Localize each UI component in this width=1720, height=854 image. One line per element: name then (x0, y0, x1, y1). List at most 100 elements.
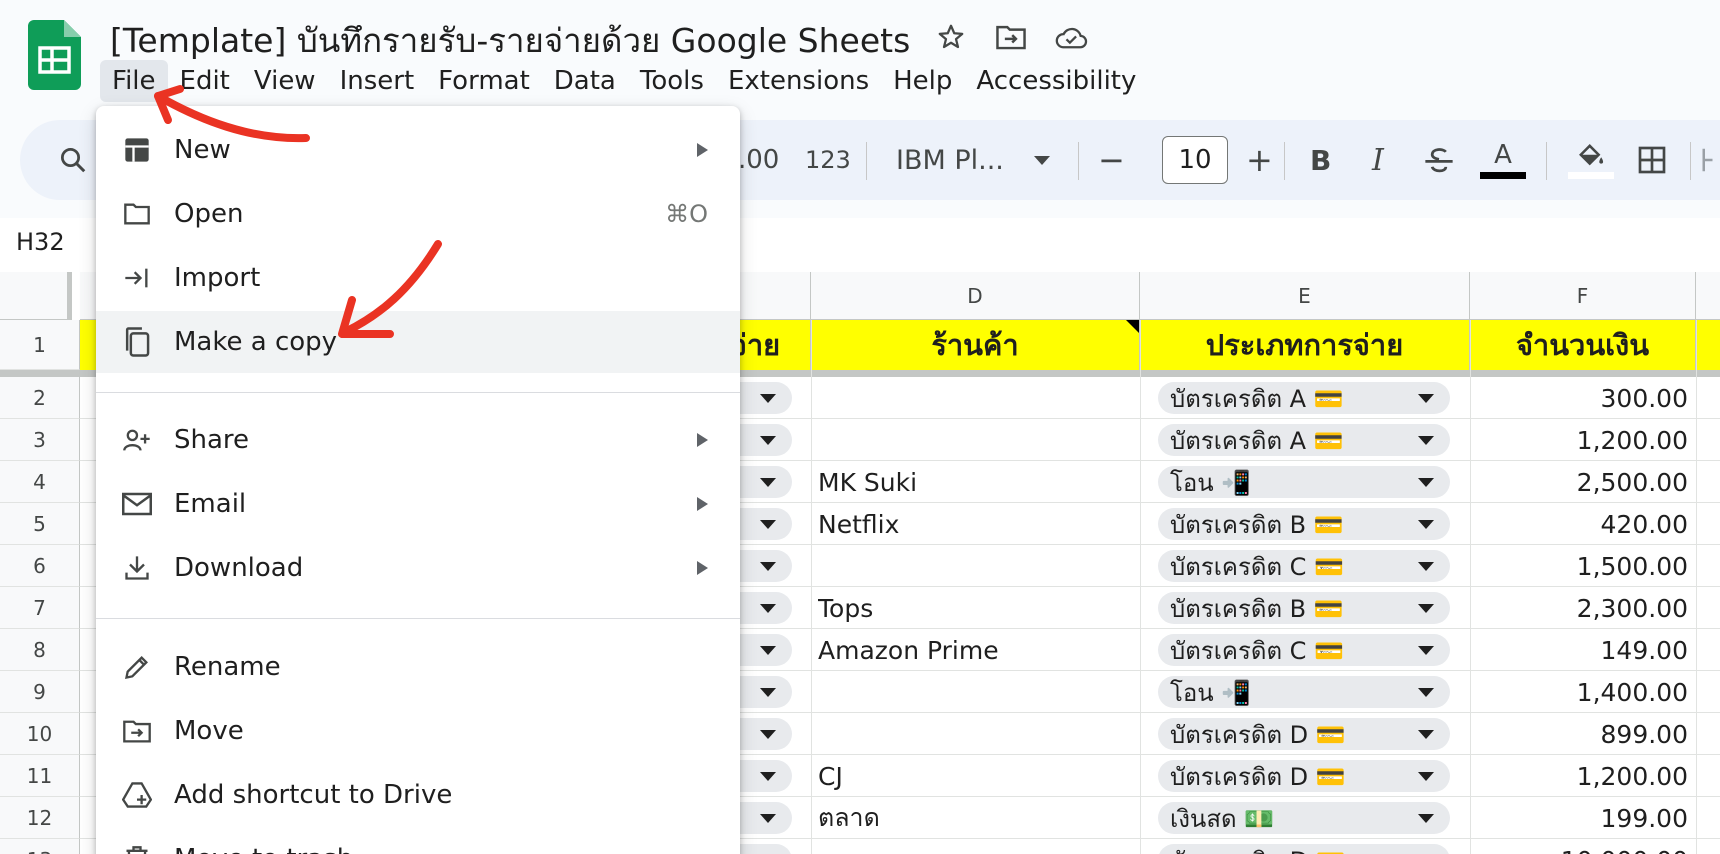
payment-type-dropdown[interactable]: บัตรเครดิต B 💳 (1158, 508, 1450, 540)
file-menu-import[interactable]: Import (96, 247, 740, 309)
font-size-input[interactable]: 10 (1162, 136, 1228, 184)
column-header-g[interactable] (1696, 272, 1720, 320)
file-menu-move[interactable]: Move (96, 700, 740, 762)
column-header-d[interactable]: D (811, 272, 1140, 320)
amount-cell[interactable]: 1,200.00 (1470, 755, 1688, 797)
row-header[interactable]: 12 (0, 797, 80, 839)
payment-type-dropdown[interactable]: เงินสด 💵 (1158, 802, 1450, 834)
dropdown-caret-icon (1418, 772, 1434, 781)
payment-type-dropdown[interactable]: โอน 📲 (1158, 676, 1450, 708)
store-cell[interactable] (818, 419, 1136, 461)
row-header[interactable]: 11 (0, 755, 80, 797)
file-menu-make-a-copy[interactable]: Make a copy (96, 311, 740, 373)
file-menu-email[interactable]: Email (96, 473, 740, 535)
menu-tools[interactable]: Tools (628, 60, 716, 102)
row-header[interactable]: 13 (0, 839, 80, 854)
store-cell[interactable]: MK Suki (818, 461, 1136, 503)
header-cell-amount[interactable]: จำนวนเงิน (1470, 320, 1696, 370)
row-header[interactable]: 9 (0, 671, 80, 713)
menu-accessibility[interactable]: Accessibility (964, 60, 1148, 102)
amount-cell[interactable]: 1,500.00 (1470, 545, 1688, 587)
select-all-corner[interactable] (0, 272, 72, 320)
star-icon[interactable] (934, 20, 968, 54)
number-format-button[interactable]: 123 (805, 120, 851, 200)
store-cell[interactable] (818, 713, 1136, 755)
borders-icon[interactable] (1636, 120, 1668, 200)
amount-cell[interactable]: 2,300.00 (1470, 587, 1688, 629)
file-menu-new[interactable]: New (96, 119, 740, 181)
amount-cell[interactable]: 899.00 (1470, 713, 1688, 755)
row-header[interactable]: 3 (0, 419, 80, 461)
menu-data[interactable]: Data (542, 60, 628, 102)
header-cell-store[interactable]: ร้านค้า (811, 320, 1140, 370)
file-menu-move-to-trash[interactable]: Move to trash (96, 828, 740, 854)
payment-type-dropdown[interactable]: บัตรเครดิต D 💳 (1158, 760, 1450, 792)
store-cell[interactable]: Tops (818, 587, 1136, 629)
increase-decimal-button[interactable]: .00 (738, 120, 779, 200)
payment-type-dropdown[interactable]: บัตรเครดิต C 💳 (1158, 634, 1450, 666)
payment-type-dropdown[interactable]: บัตรเครดิต A 💳 (1158, 382, 1450, 414)
menu-format[interactable]: Format (426, 60, 542, 102)
store-cell[interactable]: Netflix (818, 503, 1136, 545)
row-header[interactable]: 10 (0, 713, 80, 755)
file-menu-download[interactable]: Download (96, 537, 740, 599)
store-cell[interactable] (818, 545, 1136, 587)
column-header-f[interactable]: F (1470, 272, 1696, 320)
bold-button[interactable]: B (1310, 120, 1331, 200)
amount-cell[interactable]: 1,200.00 (1470, 419, 1688, 461)
row-header[interactable]: 7 (0, 587, 80, 629)
amount-cell[interactable]: 2,500.00 (1470, 461, 1688, 503)
dropdown-caret-icon (760, 604, 776, 613)
file-menu-open[interactable]: Open ⌘O (96, 183, 740, 245)
menu-help[interactable]: Help (881, 60, 964, 102)
payment-type-dropdown[interactable]: โอน 📲 (1158, 466, 1450, 498)
text-color-button[interactable]: A (1480, 120, 1526, 200)
search-menus-icon[interactable] (58, 120, 88, 200)
file-menu-share[interactable]: Share (96, 409, 740, 471)
row-header[interactable]: 4 (0, 461, 80, 503)
decrease-font-size-button[interactable]: − (1098, 120, 1125, 200)
amount-cell[interactable]: 10,000.00 (1470, 839, 1688, 854)
file-menu-rename[interactable]: Rename (96, 636, 740, 698)
fill-color-icon[interactable] (1568, 120, 1614, 200)
store-cell[interactable] (818, 671, 1136, 713)
store-cell[interactable]: ตลาด (818, 797, 1136, 839)
submenu-arrow-icon (697, 433, 708, 447)
store-cell[interactable] (818, 377, 1136, 419)
payment-type-dropdown[interactable]: บัตรเครดิต C 💳 (1158, 550, 1450, 582)
row-header[interactable]: 8 (0, 629, 80, 671)
name-box[interactable]: H32 (16, 228, 65, 256)
file-menu-add-shortcut[interactable]: Add shortcut to Drive (96, 764, 740, 826)
menu-edit[interactable]: Edit (168, 60, 242, 102)
store-cell[interactable] (818, 839, 1136, 854)
payment-type-dropdown[interactable]: บัตรเครดิต D 💳 (1158, 718, 1450, 750)
sheets-logo-icon[interactable] (28, 20, 81, 90)
store-cell[interactable]: CJ (818, 755, 1136, 797)
amount-cell[interactable]: 300.00 (1470, 377, 1688, 419)
row-header-1[interactable]: 1 (0, 320, 80, 370)
menu-insert[interactable]: Insert (328, 60, 427, 102)
cloud-saved-icon[interactable] (1054, 20, 1088, 54)
header-cell-payment-type[interactable]: ประเภทการจ่าย (1140, 320, 1470, 370)
payment-type-dropdown[interactable]: บัตรเครดิต A 💳 (1158, 424, 1450, 456)
amount-cell[interactable]: 1,400.00 (1470, 671, 1688, 713)
payment-type-dropdown[interactable]: บัตรเครดิต B 💳 (1158, 592, 1450, 624)
column-header-e[interactable]: E (1140, 272, 1470, 320)
move-folder-icon[interactable] (994, 20, 1028, 54)
menu-view[interactable]: View (242, 60, 328, 102)
amount-cell[interactable]: 149.00 (1470, 629, 1688, 671)
row-header[interactable]: 5 (0, 503, 80, 545)
font-family-select[interactable]: IBM Pl... (896, 120, 1050, 200)
store-cell[interactable]: Amazon Prime (818, 629, 1136, 671)
menu-extensions[interactable]: Extensions (716, 60, 881, 102)
increase-font-size-button[interactable]: + (1246, 120, 1273, 200)
row-header[interactable]: 2 (0, 377, 80, 419)
merge-cells-icon[interactable] (1700, 120, 1720, 200)
amount-cell[interactable]: 199.00 (1470, 797, 1688, 839)
amount-cell[interactable]: 420.00 (1470, 503, 1688, 545)
row-header[interactable]: 6 (0, 545, 80, 587)
strikethrough-icon[interactable] (1422, 120, 1456, 200)
italic-button[interactable]: I (1372, 120, 1384, 200)
payment-type-dropdown[interactable]: บัตรเครดิต D 💳 (1158, 844, 1450, 854)
menu-file[interactable]: File (100, 60, 168, 102)
